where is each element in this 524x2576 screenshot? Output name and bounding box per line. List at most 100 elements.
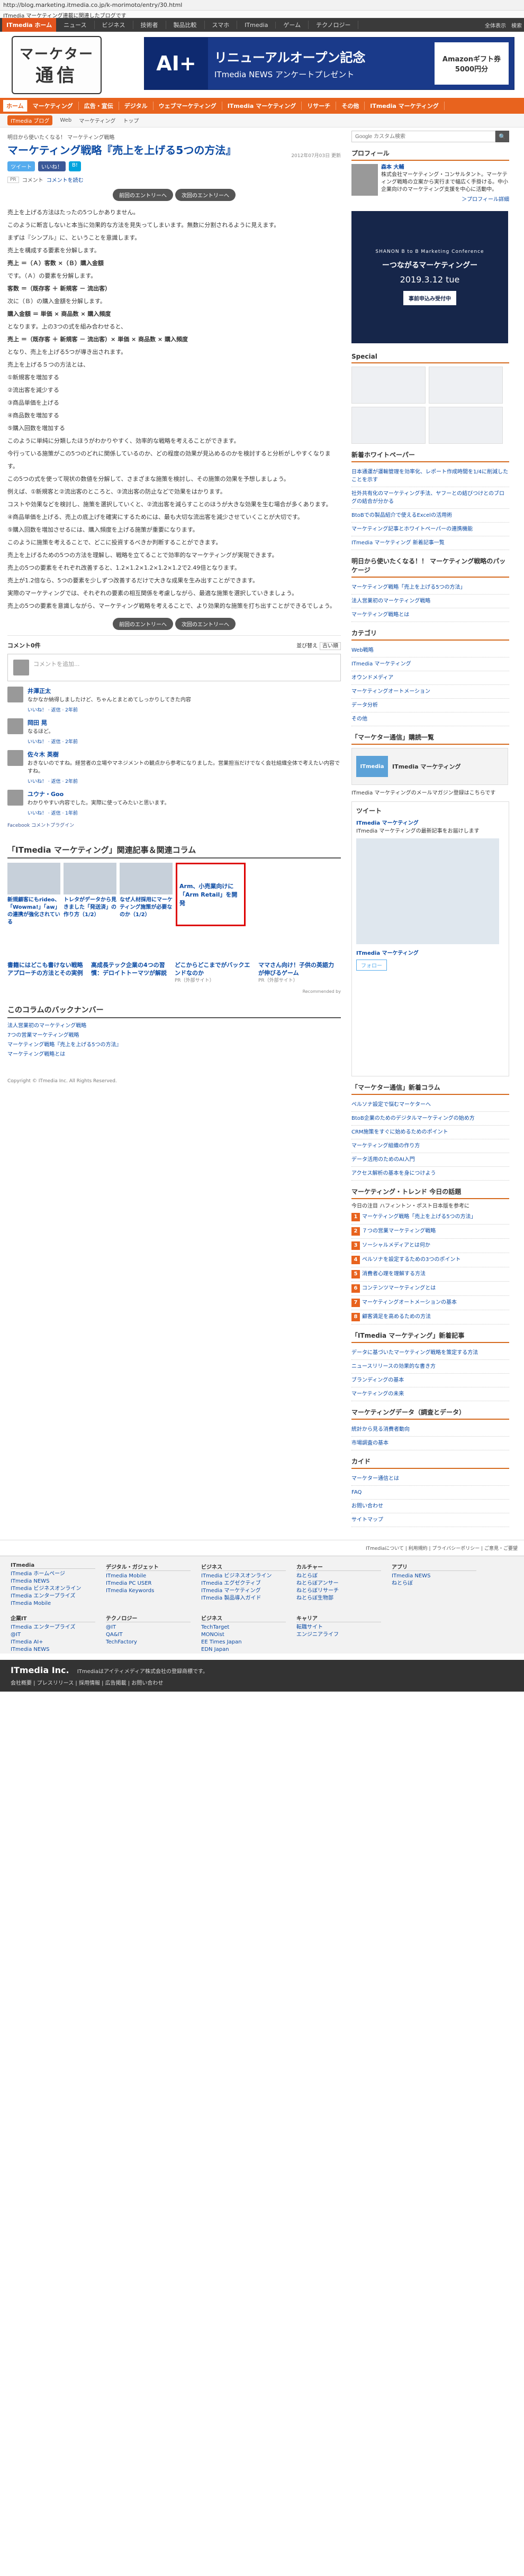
- related-text[interactable]: なぜ人材採用にマーケティング施策が必要なのか（1/2）: [120, 897, 173, 919]
- footer-link[interactable]: ねとらぼリサーチ: [296, 1587, 381, 1595]
- ranking-item[interactable]: 1 マーケティング戦略「売上を上げる5つの方法」: [351, 1210, 509, 1225]
- footer-column-title[interactable]: テクノロジー: [106, 1614, 191, 1622]
- catnav-item[interactable]: その他: [336, 102, 365, 110]
- footer-column-title[interactable]: アプリ: [392, 1563, 476, 1571]
- hatena-button[interactable]: B!: [69, 161, 81, 171]
- rank-text[interactable]: 顧客満足を高めるための方法: [362, 1314, 431, 1320]
- new-column-item[interactable]: アクセス解析の基本を身につけよう: [351, 1167, 509, 1181]
- rec-title[interactable]: 高成長テック企業の4つの習慣：デロイトトーマツが解説: [91, 961, 170, 977]
- topnav-right[interactable]: 検索: [511, 21, 522, 29]
- footer-link[interactable]: ねとらぼ: [296, 1573, 381, 1580]
- crumb-item[interactable]: Web: [60, 117, 71, 123]
- url-bar[interactable]: http://blog.marketing.itmedia.co.jp/k-mo…: [0, 0, 524, 11]
- related-item[interactable]: トレタがデータから見きました「発送済」の作り方（1/2）: [64, 863, 116, 931]
- rank-text[interactable]: ７つの営業マーケティング戦略: [362, 1228, 436, 1234]
- footer-link[interactable]: EE Times Japan: [201, 1639, 286, 1646]
- topnav-item[interactable]: ビジネス: [95, 21, 133, 29]
- footer-link[interactable]: ねとらぼ生物部: [296, 1595, 381, 1602]
- crumb-item[interactable]: マーケティング: [79, 116, 115, 124]
- comment-author[interactable]: 井澤正太: [28, 687, 191, 695]
- whitepaper-item[interactable]: 日本通運が運輸管理を効率化、レポート作成時間を1/4に削減したことを示す: [351, 465, 509, 487]
- backnumber-item[interactable]: マーケティング戦略『売上を上げる5つの方法』: [7, 1040, 341, 1050]
- cat2-item[interactable]: 統計から見る消費者動向: [351, 1423, 509, 1437]
- kaido-item[interactable]: FAQ: [351, 1486, 509, 1500]
- comment-author[interactable]: 岡田 晃: [28, 718, 78, 727]
- footer-link[interactable]: ITmedia ビジネスオンライン: [11, 1585, 95, 1593]
- rec-title[interactable]: どこからどこまでがバックエンドなのか: [175, 961, 254, 977]
- footer-link[interactable]: ITmedia エンタープライズ: [11, 1593, 95, 1600]
- footer-column-title[interactable]: ITmedia: [11, 1563, 95, 1569]
- footer-column-title[interactable]: 企業IT: [11, 1614, 95, 1622]
- mkt-item[interactable]: マーケティングの未来: [351, 1387, 509, 1401]
- footer-link[interactable]: ねとらぼアンサー: [296, 1580, 381, 1587]
- banner-ad[interactable]: AI+ リニューアルオープン記念 ITmedia NEWS アンケートプレゼント…: [144, 37, 514, 90]
- ranking-item[interactable]: 2 ７つの営業マーケティング戦略: [351, 1225, 509, 1239]
- topnav-item[interactable]: スマホ: [205, 21, 238, 29]
- rec-item[interactable]: ママさん向け！子供の英語力が伸びるゲーム PR（外部サイト）: [258, 961, 338, 985]
- topnav-home[interactable]: ITmedia ホーム: [2, 18, 57, 32]
- footer-link[interactable]: ITmedia エグゼクティブ: [201, 1580, 286, 1587]
- footer-link[interactable]: ITmedia 製品導入ガイド: [201, 1595, 286, 1602]
- footer-link[interactable]: ITmedia NEWS: [11, 1578, 95, 1585]
- whitepaper-item[interactable]: マーケティング記事とホワイトペーパーの連携機能: [351, 523, 509, 536]
- top-item[interactable]: マーケティング戦略「売上を上げる5つの方法」: [351, 581, 509, 595]
- rec-item[interactable]: どこからどこまでがバックエンドなのか PR（外部サイト）: [175, 961, 254, 985]
- kaido-item[interactable]: マーケター通信とは: [351, 1472, 509, 1486]
- rank-text[interactable]: ソーシャルメディアとは何か: [362, 1243, 430, 1248]
- footer-link[interactable]: ITmedia PC USER: [106, 1580, 191, 1587]
- footer-links[interactable]: ITmediaについて | 利用規約 | プライバシーポリシー | ご意見・ご要…: [0, 1540, 524, 1556]
- topnav-item[interactable]: ゲーム: [276, 21, 309, 29]
- footer-link[interactable]: ITmedia NEWS: [11, 1646, 95, 1654]
- comment-meta[interactable]: いいね！ · 返信 · 2年前: [28, 738, 78, 745]
- crumb-item[interactable]: トップ: [123, 116, 139, 124]
- comment-author[interactable]: ユウナ・Goo: [28, 790, 170, 798]
- sort-select[interactable]: 古い順: [320, 642, 341, 650]
- footer-link[interactable]: ITmedia Mobile: [11, 1600, 95, 1607]
- comment-meta[interactable]: いいね！ · 返信 · 2年前: [28, 778, 341, 784]
- cat2-item[interactable]: 市場調査の基本: [351, 1437, 509, 1450]
- new-column-item[interactable]: BtoB企業のためのデジタルマーケティングの始め方: [351, 1112, 509, 1126]
- sidebar-ad[interactable]: SHANON B to B Marketing Conference ーつながる…: [351, 211, 508, 343]
- kaido-item[interactable]: お問い合わせ: [351, 1500, 509, 1513]
- comment-read-link[interactable]: コメントを読む: [47, 176, 84, 184]
- footer-link[interactable]: QA&IT: [106, 1631, 191, 1639]
- footer-link[interactable]: TechTarget: [201, 1624, 286, 1631]
- comment-author[interactable]: 佐々木 英樹: [28, 750, 341, 759]
- catnav-item[interactable]: ITmedia マーケティング: [222, 102, 302, 110]
- topnav-item[interactable]: ITmedia: [237, 21, 276, 29]
- rec-title[interactable]: 書籍にはどこも書けない戦略アプローチの方法とその実例: [7, 961, 87, 977]
- category-item[interactable]: ITmedia マーケティング: [351, 657, 509, 671]
- rec-title[interactable]: ママさん向け！子供の英語力が伸びるゲーム: [258, 961, 338, 977]
- category-item[interactable]: データ分析: [351, 699, 509, 712]
- ranking-item[interactable]: 3 ソーシャルメディアとは何か: [351, 1239, 509, 1253]
- search-input[interactable]: [351, 131, 495, 142]
- follow-button[interactable]: フォロー: [356, 960, 387, 971]
- twitter-name[interactable]: ITmedia マーケティング: [356, 818, 504, 826]
- catnav-item[interactable]: デジタル: [119, 102, 153, 110]
- related-item[interactable]: 新規顧客にもrideo、「Wowma!」「aw」の連携が強化されている: [7, 863, 60, 931]
- related-text[interactable]: トレタがデータから見きました「発送済」の作り方（1/2）: [64, 897, 116, 919]
- footer-link[interactable]: ITmedia NEWS: [392, 1573, 476, 1580]
- crumb-section[interactable]: ITmedia ブログ: [7, 115, 53, 125]
- tweet-image[interactable]: [356, 838, 499, 944]
- kaido-item[interactable]: サイトマップ: [351, 1513, 509, 1527]
- rank-text[interactable]: 消費者心理を理解する方法: [362, 1271, 426, 1277]
- mkt-item[interactable]: ブランディングの基本: [351, 1374, 509, 1387]
- comment-link[interactable]: コメント: [22, 176, 43, 184]
- rec-item[interactable]: 書籍にはどこも書けない戦略アプローチの方法とその実例: [7, 961, 87, 985]
- related-text[interactable]: 新規顧客にもrideo、「Wowma!」「aw」の連携が強化されている: [7, 897, 60, 926]
- footer-column-title[interactable]: キャリア: [296, 1614, 381, 1622]
- footer-link[interactable]: ITmedia AI+: [11, 1639, 95, 1646]
- catnav-item[interactable]: 広告・宣伝: [79, 102, 119, 110]
- category-item[interactable]: その他: [351, 712, 509, 726]
- new-column-item[interactable]: マーケティング組織の作り方: [351, 1139, 509, 1153]
- search-icon[interactable]: 🔍: [495, 131, 509, 142]
- rank-text[interactable]: ペルソナを設定するための3つのポイント: [362, 1257, 460, 1263]
- backnumber-item[interactable]: 法人営業初のマーケティング戦略: [7, 1021, 341, 1031]
- profile-link[interactable]: ＞プロフィール詳細: [351, 196, 509, 204]
- ad-button[interactable]: 事前申込み受付中: [403, 291, 456, 305]
- comment-meta[interactable]: いいね！ · 返信 · 2年前: [28, 706, 191, 713]
- whitepaper-item[interactable]: ITmedia マーケティング 新着記事一覧: [351, 536, 509, 550]
- site-logo[interactable]: マーケター 通信: [12, 36, 102, 94]
- backnumber-item[interactable]: マーケティング戦略とは: [7, 1050, 341, 1059]
